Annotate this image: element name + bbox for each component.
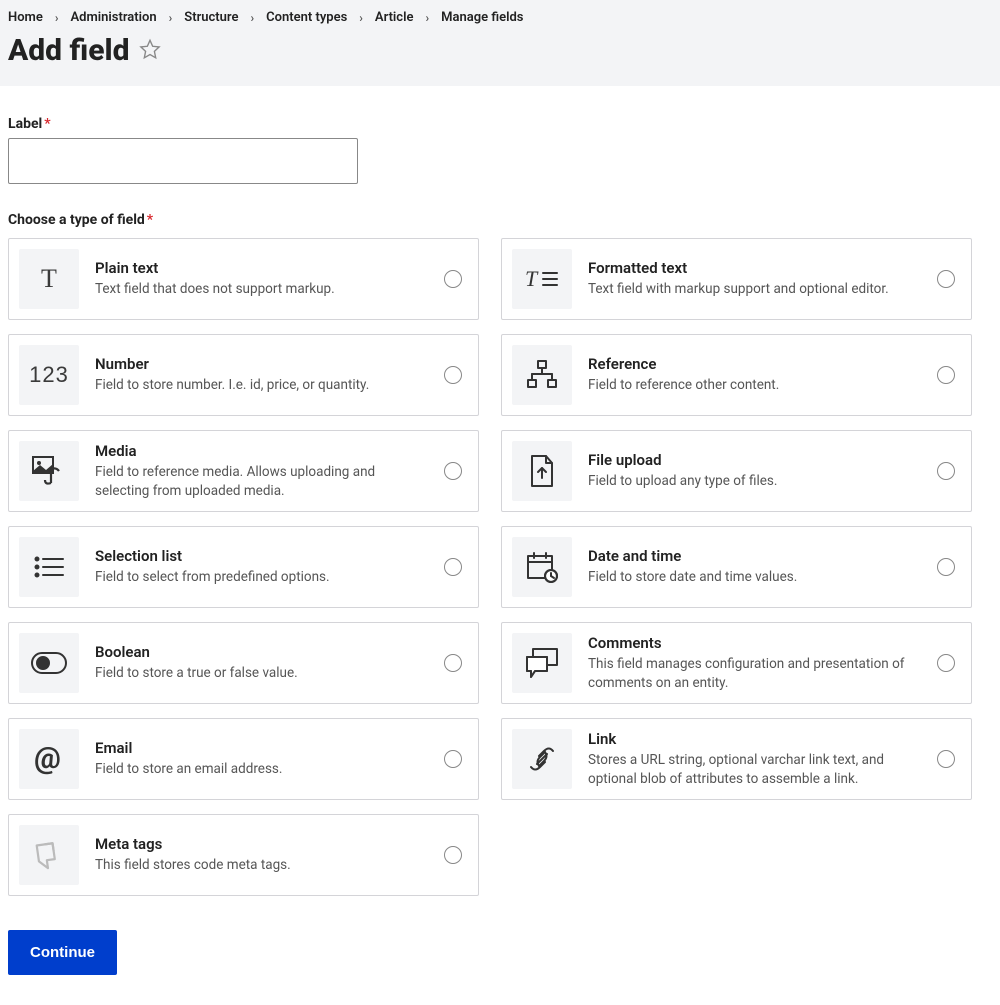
boolean-icon [19, 633, 79, 693]
field-option-title: Comments [588, 634, 921, 652]
field-option-title: File upload [588, 451, 921, 469]
comments-icon [512, 633, 572, 693]
field-option-radio[interactable] [444, 654, 462, 672]
field-type-option-number[interactable]: 123 Number Field to store number. I.e. id,… [8, 334, 479, 416]
field-option-title: Boolean [95, 643, 428, 661]
field-option-radio[interactable] [444, 462, 462, 480]
reference-icon [512, 345, 572, 405]
svg-text:@: @ [34, 742, 61, 776]
field-type-option-formatted-text[interactable]: T Formatted text Text field with markup su… [501, 238, 972, 320]
breadcrumb-link[interactable]: Home [8, 10, 43, 25]
field-option-desc: Stores a URL string, optional varchar li… [588, 751, 921, 787]
field-type-option-file-upload[interactable]: File upload Field to upload any type of f… [501, 430, 972, 512]
field-option-radio[interactable] [937, 462, 955, 480]
field-option-radio[interactable] [937, 366, 955, 384]
field-type-option-plain-text[interactable]: T Plain text Text field that does not supp… [8, 238, 479, 320]
page-title: Add field [8, 33, 129, 68]
field-option-desc: Field to reference other content. [588, 376, 921, 394]
field-option-radio[interactable] [444, 558, 462, 576]
plain-text-icon: T [19, 249, 79, 309]
breadcrumb-link[interactable]: Manage fields [441, 10, 523, 25]
field-type-option-date-time[interactable]: Date and time Field to store date and tim… [501, 526, 972, 608]
breadcrumb-link[interactable]: Content types [266, 10, 347, 25]
breadcrumb-link[interactable]: Article [375, 10, 414, 25]
field-option-desc: Text field with markup support and optio… [588, 280, 921, 298]
field-option-desc: Field to store number. I.e. id, price, o… [95, 376, 428, 394]
field-option-desc: Field to store a true or false value. [95, 664, 428, 682]
number-icon: 123 [19, 345, 79, 405]
field-type-option-meta-tags[interactable]: Meta tags This field stores code meta tag… [8, 814, 479, 896]
chevron-right-icon: › [250, 11, 254, 25]
link-icon [512, 729, 572, 789]
chevron-right-icon: › [169, 11, 173, 25]
breadcrumb-link[interactable]: Structure [184, 10, 238, 25]
choose-type-label: Choose a type of field* [8, 212, 972, 228]
field-type-option-reference[interactable]: Reference Field to reference other conten… [501, 334, 972, 416]
field-option-title: Selection list [95, 547, 428, 565]
media-icon [19, 441, 79, 501]
svg-text:T: T [525, 266, 539, 291]
field-option-title: Reference [588, 355, 921, 373]
field-option-radio[interactable] [937, 558, 955, 576]
field-option-title: Link [588, 730, 921, 748]
star-outline-icon[interactable] [139, 38, 161, 64]
field-option-desc: Text field that does not support markup. [95, 280, 428, 298]
breadcrumb-link[interactable]: Administration [70, 10, 156, 25]
field-type-option-boolean[interactable]: Boolean Field to store a true or false va… [8, 622, 479, 704]
email-icon: @ [19, 729, 79, 789]
date-time-icon [512, 537, 572, 597]
label-input[interactable] [8, 138, 358, 184]
field-option-title: Formatted text [588, 259, 921, 277]
file-upload-icon [512, 441, 572, 501]
chevron-right-icon: › [359, 11, 363, 25]
selection-list-icon [19, 537, 79, 597]
label-field-label: Label* [8, 116, 972, 132]
field-type-option-comments[interactable]: Comments This field manages configuration… [501, 622, 972, 704]
field-option-radio[interactable] [937, 654, 955, 672]
field-type-option-link[interactable]: Link Stores a URL string, optional varcha… [501, 718, 972, 800]
field-option-desc: Field to upload any type of files. [588, 472, 921, 490]
field-option-radio[interactable] [937, 270, 955, 288]
field-option-desc: Field to reference media. Allows uploadi… [95, 463, 428, 499]
field-option-desc: This field manages configuration and pre… [588, 655, 921, 691]
field-option-radio[interactable] [444, 270, 462, 288]
field-option-desc: This field stores code meta tags. [95, 856, 428, 874]
field-option-title: Number [95, 355, 428, 373]
field-option-radio[interactable] [937, 750, 955, 768]
continue-button[interactable]: Continue [8, 930, 117, 975]
field-option-radio[interactable] [444, 750, 462, 768]
meta-tags-icon [19, 825, 79, 885]
field-option-title: Meta tags [95, 835, 428, 853]
field-type-option-email[interactable]: @ Email Field to store an email address. [8, 718, 479, 800]
field-option-desc: Field to store an email address. [95, 760, 428, 778]
field-option-desc: Field to select from predefined options. [95, 568, 428, 586]
field-option-title: Plain text [95, 259, 428, 277]
field-type-option-media[interactable]: Media Field to reference media. Allows up… [8, 430, 479, 512]
field-option-title: Media [95, 442, 428, 460]
field-type-option-selection-list[interactable]: Selection list Field to select from prede… [8, 526, 479, 608]
field-option-radio[interactable] [444, 366, 462, 384]
field-option-title: Date and time [588, 547, 921, 565]
field-option-desc: Field to store date and time values. [588, 568, 921, 586]
breadcrumb: Home › Administration › Structure › Cont… [8, 8, 992, 31]
formatted-text-icon: T [512, 249, 572, 309]
field-option-radio[interactable] [444, 846, 462, 864]
chevron-right-icon: › [425, 11, 429, 25]
chevron-right-icon: › [55, 11, 59, 25]
field-option-title: Email [95, 739, 428, 757]
